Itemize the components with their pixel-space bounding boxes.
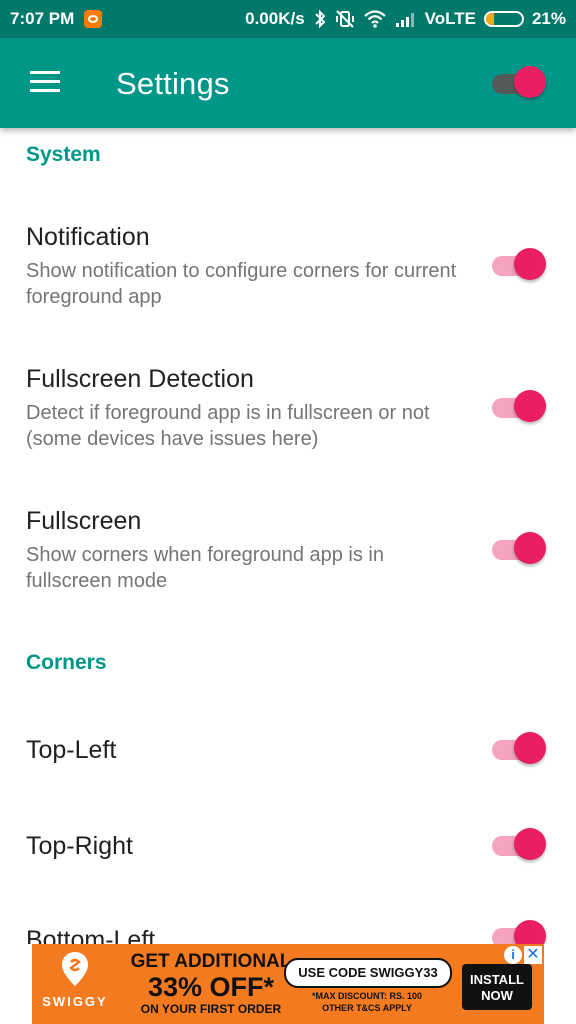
switch-thumb: [514, 828, 546, 860]
setting-row-top-right[interactable]: Top-Right: [0, 804, 576, 886]
setting-row-notification[interactable]: Notification Show notification to config…: [0, 208, 576, 328]
top-left-toggle-switch[interactable]: [492, 730, 546, 770]
app-notification-icon: [84, 10, 103, 28]
setting-title: Bottom-Left: [26, 926, 156, 944]
setting-row-top-left[interactable]: Top-Left: [0, 708, 576, 790]
location-pin-icon: [62, 952, 88, 986]
switch-thumb: [514, 532, 546, 564]
section-header-corners: Corners: [26, 651, 107, 674]
ad-promo-code: USE CODE SWIGGY33: [284, 958, 452, 988]
setting-title: Notification: [26, 223, 150, 251]
ad-info-icon[interactable]: i: [504, 946, 522, 964]
ad-headline-sub: ON YOUR FIRST ORDER: [140, 1002, 282, 1016]
ad-headline-top: GET ADDITIONAL: [130, 951, 292, 972]
setting-title: Top-Left: [26, 736, 117, 764]
setting-title: Fullscreen: [26, 507, 142, 535]
ad-headline-big: 33% OFF*: [147, 972, 275, 1002]
setting-title: Top-Right: [26, 832, 133, 860]
app-bar: Settings: [0, 38, 576, 128]
battery-percent: 21%: [531, 9, 566, 28]
ad-fine-print-line: *MAX DISCOUNT: RS. 100: [311, 991, 423, 1001]
menu-icon[interactable]: [30, 71, 60, 93]
bluetooth-icon: [313, 9, 327, 29]
network-type: VoLTE: [424, 9, 476, 28]
notification-toggle-switch[interactable]: [492, 246, 546, 286]
switch-thumb: [514, 66, 546, 98]
switch-thumb: [514, 920, 546, 944]
battery-level: [485, 13, 494, 25]
setting-row-fullscreen-detection[interactable]: Fullscreen Detection Detect if foregroun…: [0, 350, 576, 470]
status-bar: 7:07 PM 0.00K/s VoLTE 21%: [0, 0, 576, 38]
vibrate-off-icon: [335, 9, 355, 29]
status-time: 7:07 PM: [10, 9, 75, 28]
settings-list: System Notification Show notification to…: [0, 128, 576, 944]
switch-thumb: [514, 390, 546, 422]
ad-install-button[interactable]: INSTALL NOW: [462, 964, 532, 1010]
wifi-icon: [363, 9, 387, 29]
setting-row-fullscreen[interactable]: Fullscreen Show corners when foreground …: [0, 492, 576, 612]
switch-thumb: [514, 248, 546, 280]
ad-banner[interactable]: SWIGGY GET ADDITIONAL 33% OFF* ON YOUR F…: [32, 944, 544, 1024]
top-right-toggle-switch[interactable]: [492, 826, 546, 866]
setting-description: Detect if foreground app is in fullscree…: [26, 402, 430, 450]
swiggy-logo: SWIGGY: [40, 952, 110, 1018]
setting-description: Show corners when foreground app is in f…: [26, 544, 384, 592]
page-title: Settings: [116, 66, 230, 101]
master-toggle-switch[interactable]: [492, 64, 546, 104]
install-label-line: INSTALL: [470, 972, 524, 987]
setting-title: Fullscreen Detection: [26, 365, 254, 393]
battery-icon: [483, 11, 524, 27]
ad-close-icon[interactable]: ✕: [524, 946, 542, 964]
ad-headline: GET ADDITIONAL 33% OFF* ON YOUR FIRST OR…: [116, 951, 306, 1017]
ad-fine-print-line: OTHER T&CS APPLY: [322, 1003, 412, 1013]
network-speed: 0.00K/s: [245, 9, 305, 28]
section-header-system: System: [26, 143, 101, 166]
setting-row-bottom-left[interactable]: Bottom-Left: [0, 898, 576, 944]
switch-thumb: [514, 732, 546, 764]
bottom-left-toggle-switch[interactable]: [492, 918, 546, 944]
ad-fine-print: *MAX DISCOUNT: RS. 100 OTHER T&CS APPLY: [290, 990, 444, 1014]
install-label-line: NOW: [481, 988, 513, 1003]
signal-icon: [395, 10, 417, 28]
fullscreen-toggle-switch[interactable]: [492, 530, 546, 570]
ad-brand: SWIGGY: [42, 994, 108, 1009]
setting-description: Show notification to configure corners f…: [26, 260, 457, 308]
fullscreen-detection-toggle-switch[interactable]: [492, 388, 546, 428]
